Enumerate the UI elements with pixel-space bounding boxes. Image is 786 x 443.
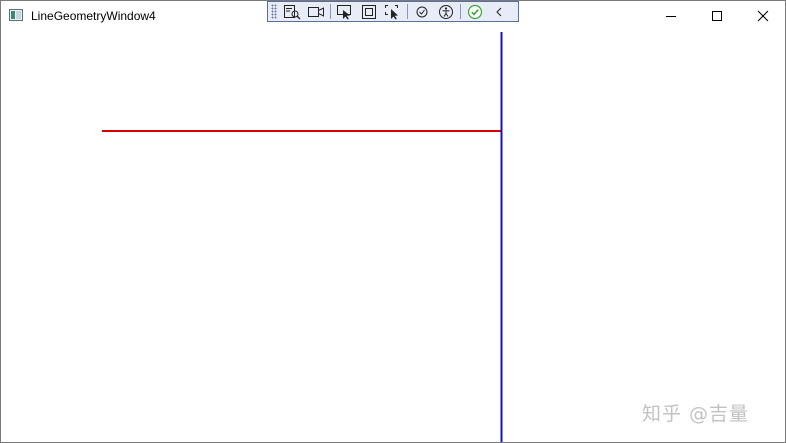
select-element-icon [337, 4, 351, 19]
close-button[interactable] [740, 1, 785, 31]
display-layout-adorners-button[interactable] [358, 3, 380, 20]
accessibility-button[interactable] [435, 3, 457, 20]
select-element-button[interactable] [334, 3, 356, 20]
minimize-icon [666, 16, 676, 17]
drawing-canvas [1, 31, 785, 442]
maximize-icon [712, 11, 722, 21]
collapse-chevron-icon [496, 7, 502, 16]
toolbar-grip[interactable] [271, 4, 277, 19]
minimize-button[interactable] [648, 1, 694, 31]
app-window: LineGeometryWindow4 知乎 @吉量 [0, 0, 786, 443]
display-layout-adorners-icon [362, 4, 376, 19]
binding-failures-button[interactable] [411, 3, 433, 20]
toolbar-separator [407, 4, 408, 19]
toolbar-separator [330, 4, 331, 19]
record-button[interactable] [305, 3, 327, 20]
maximize-button[interactable] [694, 1, 740, 31]
track-focused-element-button[interactable] [382, 3, 404, 20]
collapse-toolbar-button[interactable] [488, 3, 510, 20]
live-visual-tree-icon [284, 4, 301, 19]
check-icon [467, 4, 483, 19]
record-icon [308, 6, 324, 17]
debug-toolbar [267, 1, 519, 22]
binding-failures-icon [416, 6, 428, 17]
close-icon [757, 10, 769, 22]
live-visual-tree-button[interactable] [281, 3, 303, 20]
toolbar-separator [460, 4, 461, 19]
wpf-window-icon[interactable] [9, 9, 23, 21]
watermark: 知乎 @吉量 [642, 403, 750, 425]
track-focused-element-icon [385, 4, 398, 19]
window-title: LineGeometryWindow4 [31, 9, 156, 23]
status-check-button[interactable] [464, 3, 486, 20]
line-geometry-drawing [102, 32, 503, 442]
accessibility-icon [439, 4, 453, 19]
